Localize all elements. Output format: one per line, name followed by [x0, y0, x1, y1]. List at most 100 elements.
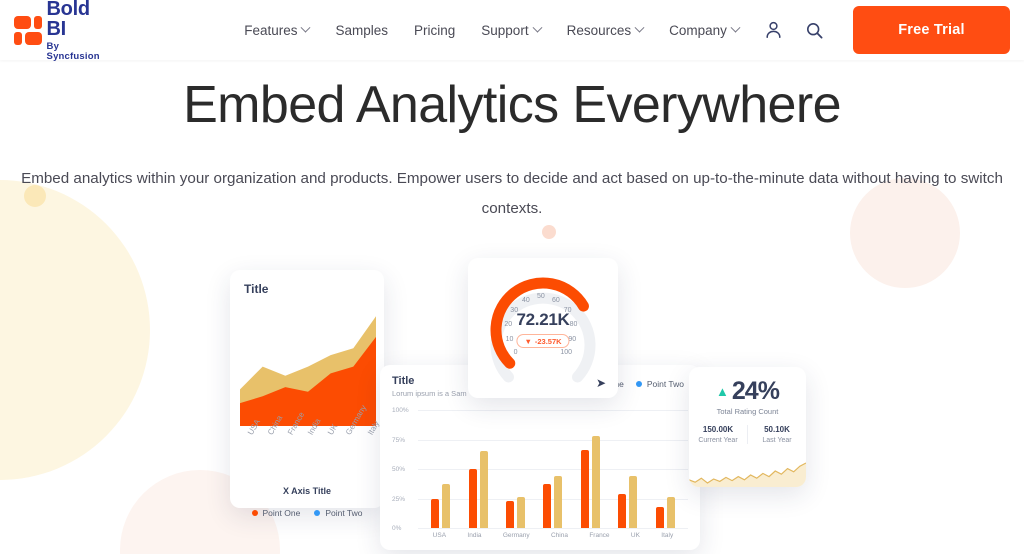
bar-group[interactable] [431, 410, 451, 528]
legend-item[interactable]: Point One [251, 508, 301, 518]
nav-item-samples[interactable]: Samples [335, 23, 388, 38]
legend-label: Point Two [646, 379, 684, 389]
gauge-tick: 50 [537, 293, 545, 300]
bar-group[interactable] [580, 410, 600, 528]
bar-chart-x-labels: USA India Germany China France UK Italy [422, 532, 684, 539]
hero-section: Embed Analytics Everywhere Embed analyti… [0, 74, 1024, 224]
x-tick: Italy [661, 532, 674, 539]
bar[interactable] [618, 493, 627, 528]
chevron-down-icon [532, 22, 543, 33]
nav-label: Samples [335, 22, 389, 38]
x-tick: USA [432, 532, 447, 539]
nav-label: Features [244, 22, 298, 38]
landing-page: Bold BI By Syncfusion Features Samples P… [0, 0, 1024, 554]
kpi-headline: ▲ 24% [689, 377, 806, 406]
kpi-metric-value: 150.00K [702, 425, 734, 434]
gauge-delta-badge: ▼ -23.57K [516, 334, 570, 348]
free-trial-button[interactable]: Free Trial [852, 6, 1010, 54]
kpi-sparkline [689, 462, 806, 487]
bar[interactable] [506, 500, 515, 528]
nav-item-company[interactable]: Company [669, 22, 741, 38]
bar[interactable] [517, 497, 526, 528]
nav-item-pricing[interactable]: Pricing [414, 23, 455, 38]
y-tick: 50% [392, 466, 406, 473]
triangle-up-icon: ▲ [716, 384, 729, 399]
bar[interactable] [431, 498, 440, 528]
x-tick: UK [630, 532, 640, 539]
gauge-delta-label: -23.57K [534, 336, 562, 346]
bar[interactable] [468, 469, 477, 528]
bar-group[interactable] [468, 410, 488, 528]
bar-group[interactable] [655, 410, 675, 528]
nav-label: Resources [566, 22, 632, 38]
legend-swatch [251, 510, 258, 516]
kpi-percent: 24% [731, 377, 780, 405]
x-tick: India [467, 532, 482, 539]
legend-item[interactable]: Point Two [635, 379, 684, 389]
bar[interactable] [543, 484, 552, 528]
logo-subtitle: By Syncfusion [46, 41, 100, 62]
main-nav: Features Samples Pricing Support Resourc… [244, 22, 741, 38]
gauge-tick: 40 [522, 296, 530, 304]
bar[interactable] [580, 450, 589, 528]
bar[interactable] [479, 451, 488, 528]
gauge-tick: 90 [568, 336, 577, 344]
chevron-down-icon [634, 22, 645, 33]
bold-bi-logo-icon [14, 15, 42, 45]
triangle-down-icon: ▼ [524, 336, 532, 346]
bar[interactable] [666, 497, 675, 528]
kpi-metric-label: Last Year [762, 437, 792, 444]
y-tick: 75% [392, 436, 406, 444]
dashboard-collage: Title USA China France India UK Germany … [0, 255, 1024, 554]
legend-label: Point One [262, 508, 301, 518]
logo-link[interactable]: Bold BI By Syncfusion [14, 0, 104, 61]
gauge-tick: 10 [505, 336, 514, 344]
kpi-label: Total Rating Count [716, 407, 779, 416]
kpi-metric-value: 50.10K [764, 425, 790, 434]
bar[interactable] [442, 484, 451, 528]
kpi-metric: 50.10K Last Year [747, 425, 806, 444]
nav-item-features[interactable]: Features [244, 22, 311, 38]
nav-item-resources[interactable]: Resources [566, 22, 645, 38]
legend-swatch [635, 381, 642, 387]
y-tick: 25% [392, 495, 406, 503]
kpi-metric: 150.00K Current Year [689, 425, 747, 444]
legend-item[interactable]: Point Two [314, 508, 362, 518]
gauge-tick: 100 [560, 349, 573, 357]
nav-label: Support [481, 22, 529, 38]
area-chart-x-labels: USA China France India UK Germany Italy [240, 404, 381, 484]
logo-title: Bold BI [46, 0, 91, 40]
gauge-tick: 60 [551, 296, 560, 304]
area-chart-legend: Point One Point Two [240, 508, 374, 518]
bar-group[interactable] [506, 410, 526, 528]
cursor-arrow-icon: ➤ [595, 376, 606, 390]
bar[interactable] [655, 506, 664, 528]
bar-group[interactable] [543, 410, 563, 528]
kpi-metrics: 150.00K Current Year 50.10K Last Year [689, 425, 806, 444]
kpi-card[interactable]: ▲ 24% Total Rating Count 150.00K Current… [689, 367, 806, 487]
bar-groups [422, 410, 684, 528]
legend-swatch [314, 510, 321, 516]
page-title: Embed Analytics Everywhere [183, 76, 841, 134]
area-chart-x-axis-title: X Axis Title [282, 486, 332, 496]
chevron-down-icon [730, 22, 741, 33]
gauge-card[interactable]: 0 10 20 30 40 50 60 70 80 90 100 72.21K ▼ -23.57K … [468, 258, 618, 398]
nav-item-support[interactable]: Support [481, 22, 543, 38]
area-chart-title: Title [244, 282, 269, 296]
header-icon-group [765, 21, 823, 39]
area-chart-plot [240, 306, 376, 426]
bar-group[interactable] [618, 410, 638, 528]
area-chart-card[interactable]: Title USA China France India UK Germany … [230, 270, 384, 518]
bar[interactable] [629, 476, 638, 528]
site-header: Bold BI By Syncfusion Features Samples P… [0, 0, 1024, 61]
bar-chart-plot: 100% 75% 50% 25% 0% USA India Germany China… [392, 407, 688, 539]
gauge-chart: 0 10 20 30 40 50 60 70 80 90 100 72.21K ▼ -23.57K … [468, 258, 618, 398]
nav-label: Company [669, 22, 727, 38]
kpi-metric-label: Current Year [698, 437, 738, 444]
bar[interactable] [591, 435, 600, 528]
x-tick: China [550, 532, 568, 539]
bar[interactable] [554, 476, 563, 528]
search-icon[interactable] [806, 22, 823, 39]
hero-subtitle: Embed analytics within your organization… [21, 170, 1003, 218]
account-icon[interactable] [765, 21, 782, 39]
